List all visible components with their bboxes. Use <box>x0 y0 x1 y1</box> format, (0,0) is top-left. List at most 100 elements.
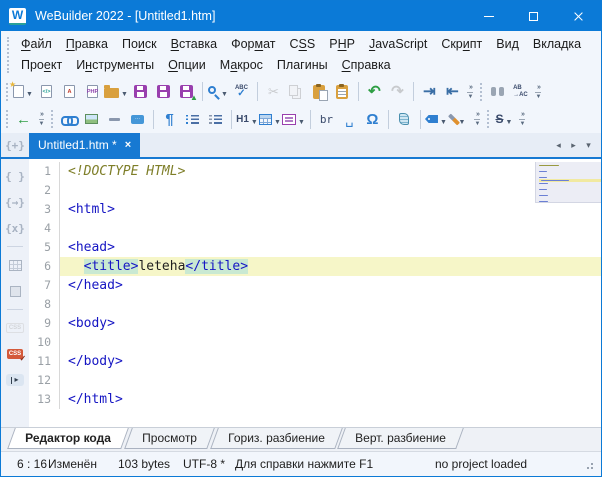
insert-special-character-button[interactable]: Ω <box>361 108 384 130</box>
insert-non-breaking-space-button[interactable]: ␣ <box>338 108 361 130</box>
insert-horizontal-rule-button[interactable] <box>103 108 126 130</box>
insert-image-button[interactable] <box>80 108 103 130</box>
code-line[interactable]: 3<html> <box>29 200 601 219</box>
save-and-upload-button[interactable]: ▲ <box>175 81 198 103</box>
undo-button[interactable]: ↶ <box>363 81 386 103</box>
menu-plugins[interactable]: Плагины <box>270 57 335 73</box>
menu-options[interactable]: Опции <box>161 57 213 73</box>
new-php-document-button[interactable]: PHP <box>81 81 104 103</box>
indent-button[interactable]: ⇥ <box>418 81 441 103</box>
block-element-button[interactable] <box>4 282 27 300</box>
code-snippet-button[interactable]: {+} <box>4 134 27 156</box>
encoding[interactable]: UTF-8 * <box>183 457 235 471</box>
search-dropdown-icon[interactable]: ▼ <box>221 91 228 98</box>
toolbar-grip[interactable] <box>6 83 8 101</box>
toolbar-overflow-button[interactable]: »▼ <box>35 111 48 127</box>
insert-numbered-list-button[interactable] <box>204 108 227 130</box>
resize-grip[interactable] <box>591 467 593 469</box>
menu-insert[interactable]: Вставка <box>164 36 224 52</box>
open-file-dropdown-icon[interactable]: ▼ <box>121 91 128 98</box>
insert-tag-button[interactable]: ▼ <box>425 108 448 130</box>
format-selection-button[interactable]: {→} <box>4 193 27 211</box>
code-line[interactable]: 10 <box>29 333 601 352</box>
insert-script-button[interactable] <box>393 108 416 130</box>
code-line[interactable]: 5<head> <box>29 238 601 257</box>
menu-css[interactable]: CSS <box>283 36 323 52</box>
view-tab-vertical-split[interactable]: Верт. разбиение <box>337 428 463 449</box>
code-editor[interactable]: 1<!DOCTYPE HTML>23<html>45<head>6 <title… <box>29 159 601 427</box>
open-file-button[interactable]: ▼ <box>104 81 129 103</box>
menu-edit[interactable]: Правка <box>59 36 115 52</box>
code-line[interactable]: 7</head> <box>29 276 601 295</box>
remove-formatting-button[interactable]: {x} <box>4 219 27 237</box>
code-line[interactable]: 1<!DOCTYPE HTML> <box>29 162 601 181</box>
find-in-files-button[interactable] <box>486 81 509 103</box>
menu-view[interactable]: Вид <box>489 36 526 52</box>
insert-comment-button[interactable]: ··· <box>126 108 149 130</box>
strikethrough-button[interactable]: S▼ <box>493 108 516 130</box>
save-button[interactable] <box>129 81 152 103</box>
insert-table-button[interactable]: ▼ <box>259 108 282 130</box>
browse-back-button[interactable]: ← <box>12 108 35 130</box>
toolbar-overflow-button[interactable]: »▼ <box>464 84 477 100</box>
insert-link-button[interactable] <box>57 108 80 130</box>
strikethrough-dropdown-icon[interactable]: ▼ <box>505 119 512 126</box>
menu-script[interactable]: Скрипт <box>434 36 489 52</box>
toolbar-overflow-button[interactable]: »▼ <box>532 84 545 100</box>
tab-scroll-left-button[interactable]: ◂ <box>551 140 566 151</box>
menu-tools[interactable]: Инструменты <box>69 57 161 73</box>
code-line[interactable]: 8 <box>29 295 601 314</box>
toolbar-grip[interactable] <box>51 110 53 128</box>
insert-table-dropdown-icon[interactable]: ▼ <box>274 119 281 126</box>
toolbar-grip[interactable] <box>6 110 8 128</box>
document-tab[interactable]: Untitled1.htm *× <box>29 133 140 157</box>
new-document-dropdown-icon[interactable]: ▼ <box>26 91 33 98</box>
menubar-grip[interactable] <box>7 37 9 73</box>
minimize-button[interactable] <box>466 1 511 31</box>
maximize-button[interactable] <box>511 1 556 31</box>
code-line[interactable]: 6 <title>leteha</title> <box>29 257 601 276</box>
code-line[interactable]: 12 <box>29 371 601 390</box>
tab-close-icon[interactable]: × <box>125 140 131 151</box>
insert-line-break-button[interactable]: br <box>315 108 338 130</box>
format-code-button[interactable]: { } <box>4 167 27 185</box>
view-tab-code-editor[interactable]: Редактор кода <box>7 428 128 449</box>
insert-heading-button[interactable]: H1▼ <box>236 108 259 130</box>
spell-check-button[interactable]: ABC✓ <box>230 81 253 103</box>
unindent-button[interactable]: ⇤ <box>441 81 464 103</box>
paste-as-plain-text-button[interactable] <box>331 81 354 103</box>
tab-list-button[interactable]: ▾ <box>581 140 596 151</box>
menu-project[interactable]: Проект <box>14 57 69 73</box>
menu-tab[interactable]: Вкладка <box>526 36 588 52</box>
new-document-button[interactable]: ★▼ <box>12 81 35 103</box>
find-and-replace-button[interactable]: AB→AC <box>509 81 532 103</box>
format-painter-button[interactable]: ▼ <box>448 108 471 130</box>
insert-paragraph-button[interactable]: ¶ <box>158 108 181 130</box>
table-designer-button[interactable] <box>4 256 27 274</box>
search-button[interactable]: ▼ <box>207 81 230 103</box>
menu-macro[interactable]: Макрос <box>213 57 270 73</box>
code-line[interactable]: 2 <box>29 181 601 200</box>
close-button[interactable] <box>556 1 601 31</box>
code-line[interactable]: 13</html> <box>29 390 601 409</box>
insert-bullet-list-button[interactable] <box>181 108 204 130</box>
code-line[interactable]: 9<body> <box>29 314 601 333</box>
tab-scroll-right-button[interactable]: ▸ <box>566 140 581 151</box>
insert-form-dropdown-icon[interactable]: ▼ <box>298 119 305 126</box>
paste-button[interactable] <box>308 81 331 103</box>
new-html-document-button[interactable]: A <box>58 81 81 103</box>
toolbar-overflow-button[interactable]: »▼ <box>471 111 484 127</box>
minimap[interactable] <box>535 162 601 203</box>
menu-search[interactable]: Поиск <box>115 36 164 52</box>
menu-help[interactable]: Справка <box>335 57 398 73</box>
view-tab-preview[interactable]: Просмотр <box>124 428 214 449</box>
insert-form-button[interactable]: ▼ <box>282 108 306 130</box>
menu-javascript[interactable]: JavaScript <box>362 36 434 52</box>
new-from-template-button[interactable]: </> <box>35 81 58 103</box>
css-validator-button[interactable]: CSS✓ <box>4 345 27 363</box>
code-line[interactable]: 4 <box>29 219 601 238</box>
toolbar-grip[interactable] <box>480 83 482 101</box>
menu-file[interactable]: Файл <box>14 36 59 52</box>
insert-heading-dropdown-icon[interactable]: ▼ <box>251 119 258 126</box>
insert-tag-dropdown-icon[interactable]: ▼ <box>440 119 447 126</box>
